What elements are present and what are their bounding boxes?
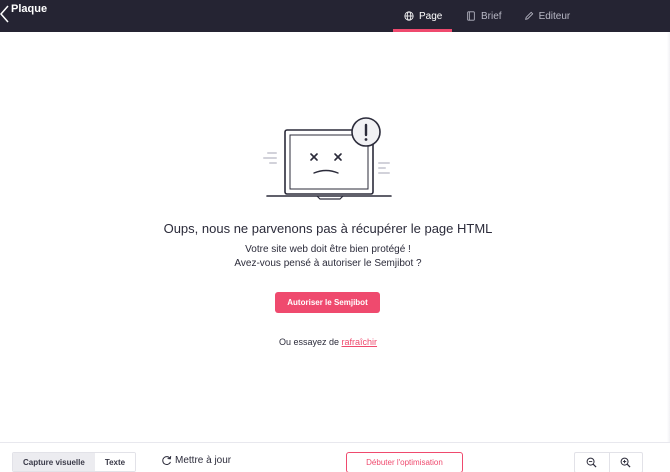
tab-editeur-label: Editeur (538, 10, 571, 22)
error-message-line1: Votre site web doit être bien protégé ! (245, 244, 411, 255)
bottom-toolbar: Capture visuelle Texte Mettre à jour Déb… (0, 442, 670, 472)
update-button[interactable]: Mettre à jour (161, 455, 231, 466)
tab-brief[interactable]: Brief (455, 0, 513, 32)
broken-laptop-illustration (263, 117, 392, 200)
start-optimization-button[interactable]: Débuter l'optimisation (346, 452, 463, 472)
tab-page-label: Page (419, 10, 443, 22)
tab-editeur[interactable]: Editeur (513, 0, 582, 32)
book-icon (467, 11, 475, 21)
text-view-button[interactable]: Texte (94, 453, 136, 471)
top-bar: Plaque Page Brief Editeur (0, 0, 670, 32)
globe-icon (404, 11, 414, 21)
error-message-line2: Avez-vous pensé à autoriser le Semjibot … (234, 258, 422, 269)
visual-capture-button[interactable]: Capture visuelle (13, 453, 95, 471)
zoom-in-icon (620, 457, 631, 468)
pencil-icon (524, 11, 533, 20)
tab-brief-label: Brief (481, 10, 502, 22)
error-title: Oups, nous ne parvenons pas à récupérer … (163, 221, 493, 236)
zoom-controls (574, 452, 643, 472)
zoom-out-icon (586, 457, 597, 468)
app-title: Plaque (11, 3, 48, 15)
refresh-icon (162, 456, 172, 466)
view-mode-toggle: Capture visuelle Texte (12, 452, 137, 472)
refresh-link[interactable]: rafraîchir (342, 337, 378, 347)
update-label: Mettre à jour (175, 455, 232, 466)
zoom-in-button[interactable] (608, 453, 643, 472)
retry-prefix: Ou essayez de (278, 337, 342, 347)
tab-page[interactable]: Page (393, 0, 452, 32)
authorize-semjibot-button[interactable]: Autoriser le Semjibot (275, 292, 380, 313)
back-chevron-icon[interactable] (0, 4, 10, 24)
view-tabs: Page Brief Editeur (393, 0, 581, 32)
zoom-out-button[interactable] (575, 453, 609, 472)
retry-message: Ou essayez de rafraîchir (0, 337, 656, 347)
